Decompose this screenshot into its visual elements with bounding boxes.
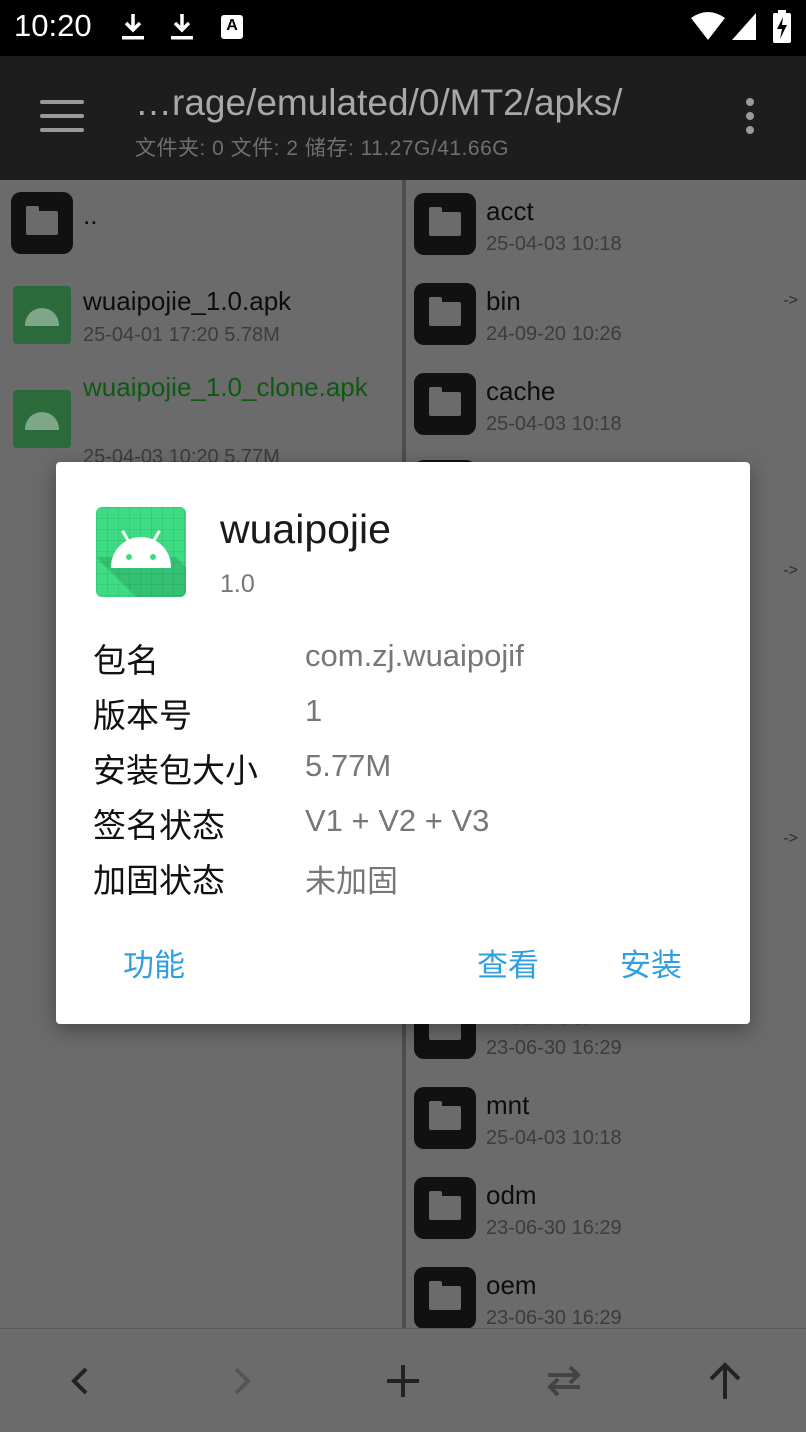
android-apk-icon <box>13 286 71 344</box>
info-value-hardening: 未加固 <box>305 864 398 899</box>
folder-icon <box>414 1177 476 1239</box>
font-a-icon: A <box>221 15 243 39</box>
storage-stats: 文件夹: 0 文件: 2 储存: 11.27G/41.66G <box>135 137 510 160</box>
folder-icon <box>414 1267 476 1328</box>
signal-icon <box>732 13 756 40</box>
folder-name: oem <box>486 1270 537 1300</box>
functions-button[interactable]: 功能 <box>123 940 185 985</box>
folder-icon <box>414 283 476 345</box>
parent-directory-row[interactable]: .. <box>0 180 402 264</box>
info-value-package-size: 5.77M <box>305 748 392 783</box>
folder-row[interactable]: cache 25-04-03 10:18 <box>406 360 806 450</box>
app-name: wuaipojie <box>220 506 391 552</box>
folder-date: 25-04-03 10:18 <box>486 233 622 255</box>
folder-name: cache <box>486 376 556 406</box>
folder-name: odm <box>486 1180 537 1210</box>
swap-icon[interactable] <box>542 1359 586 1403</box>
current-path: …rage/emulated/0/MT2/apks/ <box>135 82 623 123</box>
android-app-icon <box>96 507 186 597</box>
android-apk-icon <box>13 390 71 448</box>
folder-row[interactable]: acct 25-04-03 10:18 <box>406 180 806 270</box>
apk-info-dialog: wuaipojie 1.0 包名 com.zj.wuaipojif 版本号 1 … <box>56 462 750 1024</box>
install-button[interactable]: 安装 <box>620 940 682 985</box>
menu-icon[interactable] <box>40 100 84 134</box>
file-row-selected[interactable]: wuaipojie_1.0_clone.apk 25-04-03 10:20 5… <box>0 368 402 468</box>
file-name: wuaipojie_1.0.apk <box>83 286 292 316</box>
info-value-package: com.zj.wuaipojif <box>305 638 524 673</box>
info-label-hardening: 加固状态 <box>93 861 225 900</box>
folder-row[interactable]: bin 24-09-20 10:26 -> <box>406 270 806 360</box>
download-icon <box>171 14 193 40</box>
folder-row[interactable]: mnt 25-04-03 10:18 <box>406 1074 806 1164</box>
info-label-package-size: 安装包大小 <box>93 751 258 790</box>
info-label-package: 包名 <box>93 641 159 680</box>
symlink-indicator: -> <box>783 562 798 579</box>
file-meta: 25-04-01 17:20 5.78M <box>83 324 280 346</box>
folder-date: 25-04-03 10:18 <box>486 1127 622 1149</box>
download-icon <box>122 14 144 40</box>
folder-row[interactable]: odm 23-06-30 16:29 <box>406 1164 806 1254</box>
symlink-indicator: -> <box>783 292 798 309</box>
folder-date: 25-04-03 10:18 <box>486 413 622 435</box>
wifi-icon <box>691 12 725 40</box>
folder-date: 23-06-30 16:29 <box>486 1307 622 1328</box>
status-bar: 10:20 A <box>0 0 806 56</box>
file-name: wuaipojie_1.0_clone.apk <box>83 372 368 402</box>
folder-date: 23-06-30 16:29 <box>486 1037 622 1059</box>
folder-icon <box>414 1087 476 1149</box>
info-label-version-code: 版本号 <box>93 696 192 735</box>
info-value-version-code: 1 <box>305 693 323 728</box>
battery-charging-icon <box>773 10 791 43</box>
file-row[interactable]: wuaipojie_1.0.apk 25-04-01 17:20 5.78M <box>0 272 402 356</box>
folder-date: 23-06-30 16:29 <box>486 1217 622 1239</box>
forward-icon[interactable] <box>220 1359 264 1403</box>
up-icon[interactable] <box>703 1359 747 1403</box>
bottom-navigation-bar <box>0 1328 806 1432</box>
status-time: 10:20 <box>14 8 92 43</box>
folder-name: bin <box>486 286 521 316</box>
more-options-icon[interactable] <box>744 98 756 138</box>
back-icon[interactable] <box>58 1359 102 1403</box>
symlink-indicator: -> <box>783 830 798 847</box>
view-button[interactable]: 查看 <box>477 940 539 985</box>
parent-directory-label: .. <box>83 200 98 230</box>
folder-icon <box>11 192 73 254</box>
info-label-signature: 签名状态 <box>93 806 225 845</box>
folder-icon <box>414 373 476 435</box>
app-toolbar: …rage/emulated/0/MT2/apks/ 文件夹: 0 文件: 2 … <box>0 56 806 180</box>
folder-name: mnt <box>486 1090 530 1120</box>
info-value-signature: V1 + V2 + V3 <box>305 803 490 838</box>
folder-row[interactable]: oem 23-06-30 16:29 <box>406 1254 806 1328</box>
folder-name: acct <box>486 196 534 226</box>
app-version: 1.0 <box>220 570 255 598</box>
add-icon[interactable] <box>381 1359 425 1403</box>
folder-date: 24-09-20 10:26 <box>486 323 622 345</box>
folder-icon <box>414 193 476 255</box>
